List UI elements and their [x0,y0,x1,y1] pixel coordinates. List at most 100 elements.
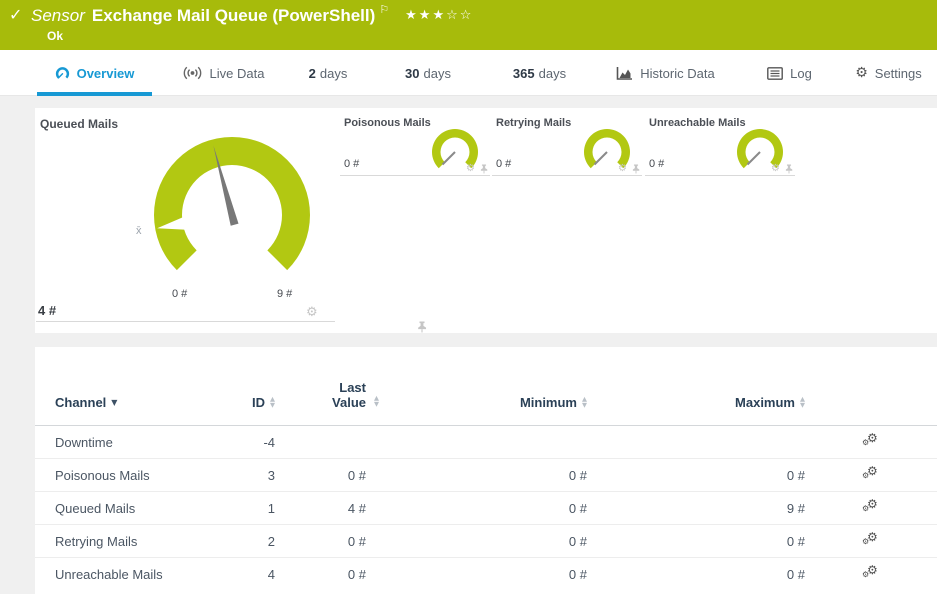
gauge-icon [55,66,70,81]
table-row-unreachable-mails: Unreachable Mails 4 0 # 0 # 0 # ⚙⚙ [35,558,937,591]
gauge-settings-gear-icon[interactable]: ⚙ [466,164,475,174]
channel-maximum: 9 # [587,501,805,516]
gauge-settings-gear-icon[interactable]: ⚙ [306,306,318,319]
pin-icon[interactable] [480,164,488,174]
tab-365-days[interactable]: 365 days [487,50,592,96]
ok-check-icon: ✓ [9,5,22,24]
channels-table-panel: Channel▼ ID▲▼ Last Value ▲▼ Minimum▲▼ Ma… [35,347,937,594]
sort-desc-icon: ▼ [111,398,117,407]
gauge-needle [443,152,456,165]
gauge-poisonous-mails: Poisonous Mails 0 # ⚙ [340,112,490,176]
channel-maximum: 0 # [587,534,805,549]
tab-30-days-number: 30 [405,66,419,81]
table-row-retrying-mails: Retrying Mails 2 0 # 0 # 0 # ⚙⚙ [35,525,937,558]
flag-icon[interactable]: ⚐ [379,3,389,16]
channel-last-value: 0 # [275,468,366,483]
gauge-needle [595,152,608,165]
pin-icon[interactable] [632,164,640,174]
channel-name[interactable]: Poisonous Mails [55,468,205,483]
column-header-last-label: Last [332,380,366,395]
tab-2-days-label: days [320,66,347,81]
pin-icon[interactable] [417,321,427,333]
area-chart-icon [616,66,633,81]
tab-30-days-label: days [424,66,451,81]
tab-live-data[interactable]: Live Data [163,50,283,96]
gauge-current-value: 0 # [496,158,511,170]
column-header-value-label: Value [332,395,366,410]
channel-maximum: 0 # [587,468,805,483]
column-header-id-label: ID [252,395,265,410]
gear-icon: ⚙ [855,65,868,81]
gear-icon: ⚙ [862,505,869,513]
gear-icon: ⚙ [862,571,869,579]
column-header-id[interactable]: ID▲▼ [252,395,275,410]
column-header-maximum-label: Maximum [735,395,795,410]
gear-icon: ⚙ [862,439,869,447]
channel-minimum: 0 # [366,501,587,516]
table-row-poisonous-mails: Poisonous Mails 3 0 # 0 # 0 # ⚙⚙ [35,459,937,492]
channel-id: -4 [205,435,275,450]
tab-30-days[interactable]: 30 days [383,50,473,96]
tab-2-days-number: 2 [309,66,316,81]
tab-live-data-label: Live Data [210,66,265,81]
average-marker-label: x̄ [136,225,142,237]
edit-channel-gears-icon[interactable]: ⚙⚙ [862,565,880,581]
channel-name[interactable]: Queued Mails [55,501,205,516]
table-row-queued-mails: Queued Mails 1 4 # 0 # 9 # ⚙⚙ [35,492,937,525]
tab-bar: Overview Live Data 2 days 30 days 365 da… [0,50,937,96]
pin-icon[interactable] [785,164,793,174]
gauge-title: Unreachable Mails [649,117,746,129]
column-header-maximum[interactable]: Maximum ▲▼ [735,395,805,410]
tab-log-label: Log [790,66,812,81]
gauge-title: Queued Mails [40,117,118,131]
channel-name[interactable]: Retrying Mails [55,534,205,549]
column-header-last-value[interactable]: Last Value ▲▼ [275,380,366,425]
page-title: Exchange Mail Queue (PowerShell) [92,6,375,25]
gauge-title: Poisonous Mails [344,117,431,129]
tab-overview-label: Overview [77,66,135,81]
channel-id: 4 [205,567,275,582]
channels-table-header: Channel▼ ID▲▼ Last Value ▲▼ Minimum▲▼ Ma… [35,347,937,426]
gauge-max-label: 9 # [277,288,292,300]
sort-icon: ▲▼ [800,397,805,408]
tab-365-days-number: 365 [513,66,535,81]
gauge-current-value: 4 # [38,303,56,318]
gear-icon: ⚙ [862,538,869,546]
channel-name[interactable]: Downtime [55,435,205,450]
gauge-settings-gear-icon[interactable]: ⚙ [618,164,627,174]
priority-stars[interactable]: ★★★☆☆ [405,8,473,23]
channel-minimum: 0 # [366,468,587,483]
status-badge: Ok [47,29,63,43]
edit-channel-gears-icon[interactable]: ⚙⚙ [862,499,880,515]
column-header-minimum[interactable]: Minimum▲▼ [520,395,587,410]
tab-historic-data[interactable]: Historic Data [598,50,733,96]
tab-settings-label: Settings [875,66,922,81]
gear-icon: ⚙ [862,472,869,480]
stars-filled: ★★★ [405,8,446,23]
broadcast-icon [182,66,203,80]
gauge-needle [748,152,761,165]
edit-channel-gears-icon[interactable]: ⚙⚙ [862,532,880,548]
tab-overview[interactable]: Overview [37,50,152,96]
channel-id: 3 [205,468,275,483]
tab-historic-data-label: Historic Data [640,66,714,81]
channel-maximum: 0 # [587,567,805,582]
channel-id: 1 [205,501,275,516]
tab-settings[interactable]: ⚙ Settings [840,50,937,96]
gauge-retrying-mails: Retrying Mails 0 # ⚙ [492,112,642,176]
stars-empty: ☆☆ [446,8,473,23]
gauge-settings-gear-icon[interactable]: ⚙ [771,164,780,174]
channel-last-value: 0 # [275,534,366,549]
sort-icon: ▲▼ [374,396,379,407]
tab-2-days[interactable]: 2 days [288,50,368,96]
edit-channel-gears-icon[interactable]: ⚙⚙ [862,466,880,482]
edit-channel-gears-icon[interactable]: ⚙⚙ [862,433,880,449]
channel-last-value: 4 # [275,501,366,516]
column-header-channel[interactable]: Channel▼ [55,395,117,410]
channel-name[interactable]: Unreachable Mails [55,567,205,582]
tab-log[interactable]: Log [752,50,827,96]
gauge-queued-mails: Queued Mails x̄ 0 # 9 # 4 # ⚙ [36,112,335,322]
channel-id: 2 [205,534,275,549]
tab-365-days-label: days [539,66,566,81]
gauge-unreachable-mails: Unreachable Mails 0 # ⚙ [645,112,795,176]
